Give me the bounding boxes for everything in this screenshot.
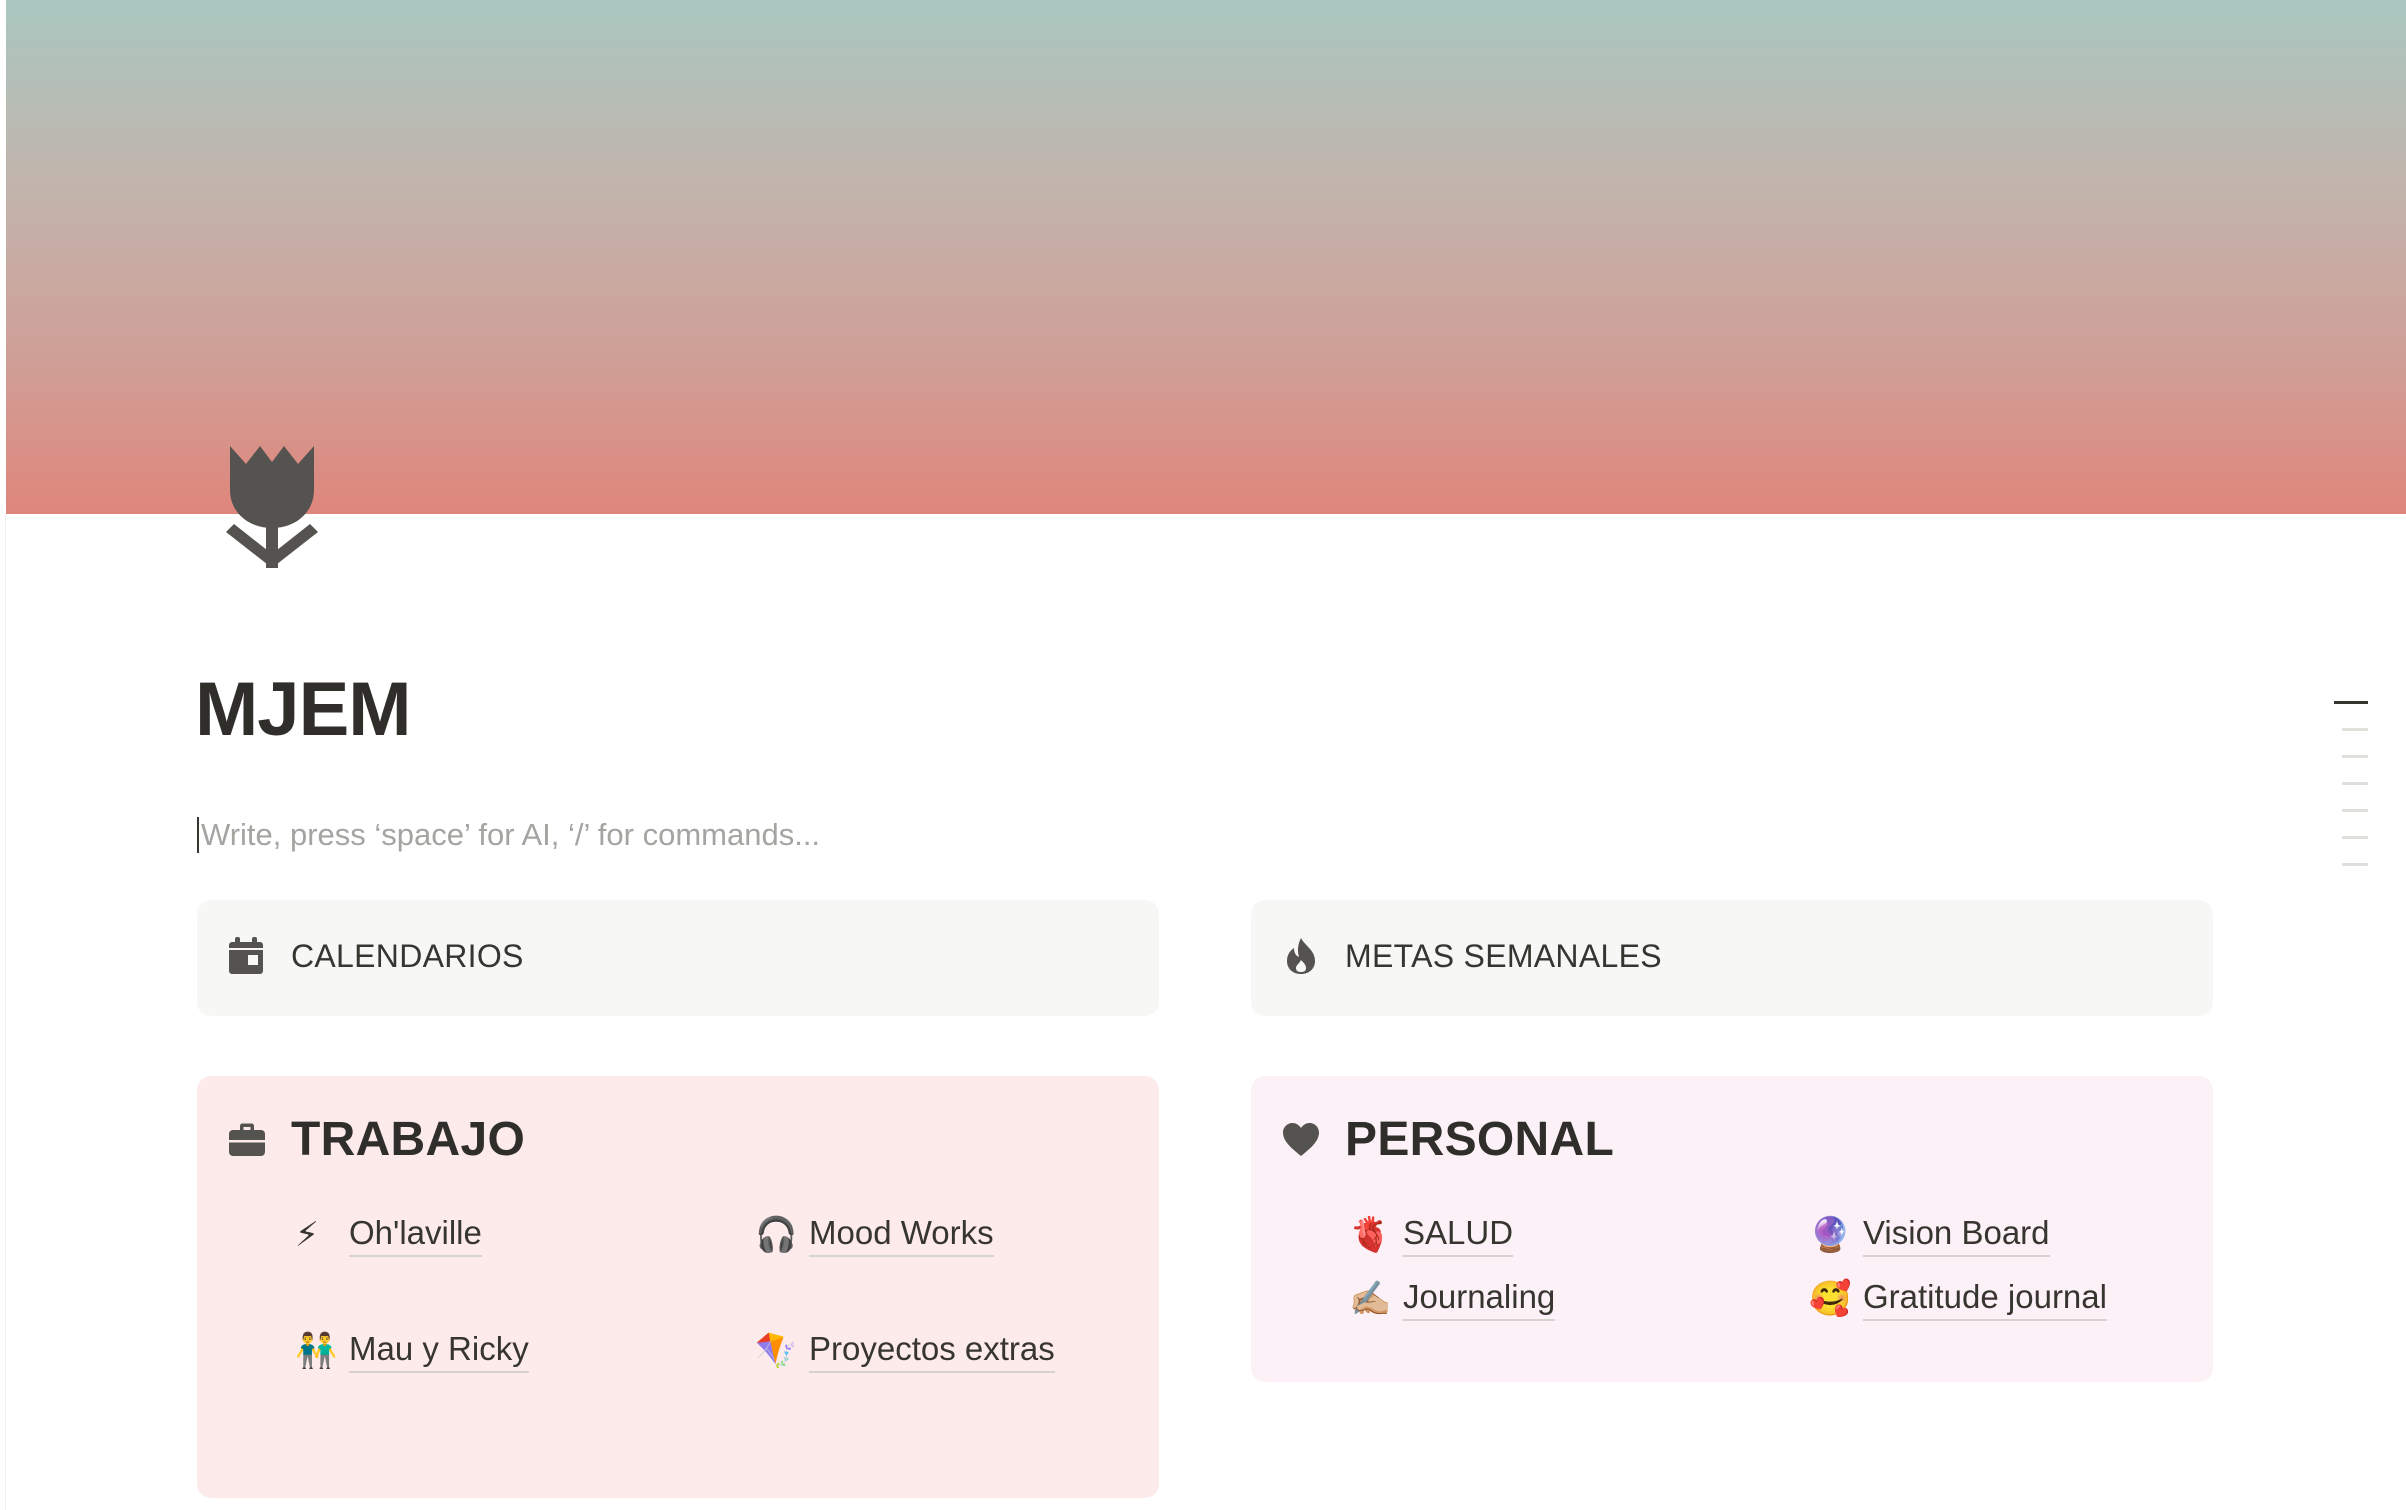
callout-header: METAS SEMANALES (1281, 936, 1662, 976)
outline-item[interactable] (2342, 755, 2368, 758)
two-men-icon: 👬 (295, 1332, 338, 1371)
calendar-icon (227, 936, 267, 976)
callout-label: METAS SEMANALES (1345, 937, 1662, 974)
page-title[interactable]: MJEM (195, 668, 412, 752)
callout-header: CALENDARIOS (227, 936, 524, 976)
briefcase-icon (227, 1120, 267, 1160)
headphones-icon: 🎧 (755, 1216, 798, 1255)
page-link-mood-works[interactable]: 🎧 Mood Works (755, 1214, 994, 1257)
smiling-face-hearts-icon: 🥰 (1809, 1280, 1852, 1319)
page-link-journaling[interactable]: ✍🏼 Journaling (1349, 1278, 1556, 1321)
callout-header: PERSONAL (1281, 1112, 1614, 1167)
callout-trabajo[interactable]: TRABAJO ⚡ Oh'laville 🎧 Mood Works 👬 Mau … (197, 1076, 1159, 1498)
outline-item[interactable] (2342, 782, 2368, 785)
cover-image[interactable] (6, 0, 2406, 514)
page-link-label: Proyectos extras (809, 1330, 1055, 1373)
callout-label: CALENDARIOS (291, 937, 524, 974)
page-link-label: Vision Board (1863, 1214, 2050, 1257)
sidebar-edge (0, 514, 6, 1510)
editor-placeholder-block[interactable]: Write, press ‘space’ for AI, ‘/’ for com… (197, 815, 1197, 855)
callout-metas-semanales[interactable]: METAS SEMANALES (1251, 900, 2213, 1016)
outline-item[interactable] (2334, 701, 2368, 704)
callout-personal[interactable]: PERSONAL 🫀 SALUD 🔮 Vision Board ✍🏼 Journ… (1251, 1076, 2213, 1382)
outline-item[interactable] (2342, 836, 2368, 839)
page-link-label: Mau y Ricky (349, 1330, 529, 1373)
text-caret (197, 817, 199, 853)
editor-placeholder: Write, press ‘space’ for AI, ‘/’ for com… (201, 817, 821, 852)
outline-item[interactable] (2342, 863, 2368, 866)
outline-item[interactable] (2342, 809, 2368, 812)
callout-calendarios[interactable]: CALENDARIOS (197, 900, 1159, 1016)
anatomical-heart-icon: 🫀 (1349, 1216, 1392, 1255)
page-link-ohlaville[interactable]: ⚡ Oh'laville (295, 1214, 482, 1257)
page-outline[interactable] (2334, 701, 2368, 890)
page-link-label: Oh'laville (349, 1214, 482, 1257)
page-link-label: SALUD (1403, 1214, 1514, 1257)
callout-header: TRABAJO (227, 1112, 525, 1167)
page-link-proyectos-extras[interactable]: 🪁 Proyectos extras (755, 1330, 1055, 1373)
page-link-label: Mood Works (809, 1214, 994, 1257)
tulip-icon[interactable] (222, 446, 322, 570)
callout-title: PERSONAL (1345, 1113, 1615, 1166)
callout-title: TRABAJO (291, 1113, 526, 1166)
page-link-vision-board[interactable]: 🔮 Vision Board (1809, 1214, 2050, 1257)
crystal-ball-icon: 🔮 (1809, 1216, 1852, 1255)
heart-icon (1281, 1120, 1321, 1160)
page-link-salud[interactable]: 🫀 SALUD (1349, 1214, 1514, 1257)
notion-page: MJEM Write, press ‘space’ for AI, ‘/’ fo… (0, 0, 2406, 1510)
page-link-label: Gratitude journal (1863, 1278, 2107, 1321)
page-link-mau-y-ricky[interactable]: 👬 Mau y Ricky (295, 1330, 529, 1373)
kite-icon: 🪁 (755, 1332, 798, 1371)
outline-item[interactable] (2342, 728, 2368, 731)
lightning-icon: ⚡ (295, 1216, 319, 1255)
page-link-gratitude-journal[interactable]: 🥰 Gratitude journal (1809, 1278, 2107, 1321)
page-link-label: Journaling (1403, 1278, 1556, 1321)
flame-icon (1281, 936, 1321, 976)
writing-hand-icon: ✍🏼 (1349, 1280, 1392, 1319)
